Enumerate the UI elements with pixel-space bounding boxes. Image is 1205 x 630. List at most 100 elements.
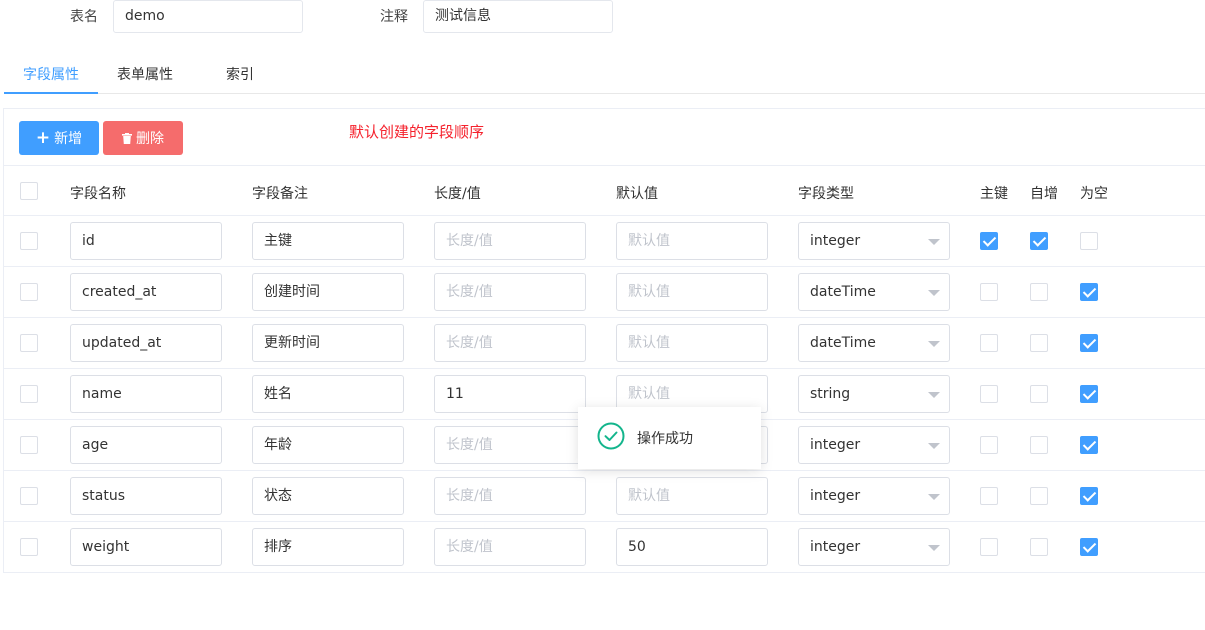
column-header-type: 字段类型 — [798, 186, 854, 202]
field-name-input[interactable]: weight — [70, 528, 222, 566]
primary-key-checkbox[interactable] — [980, 385, 998, 403]
field-comment-input[interactable]: 更新时间 — [252, 324, 404, 362]
field-type-value: string — [810, 386, 851, 402]
field-name-input[interactable]: age — [70, 426, 222, 464]
primary-key-checkbox[interactable] — [980, 538, 998, 556]
toast-message: 操作成功 — [637, 431, 693, 447]
primary-key-checkbox[interactable] — [980, 487, 998, 505]
delete-field-button[interactable]: 删除 — [103, 121, 183, 155]
field-comment-input[interactable]: 主键 — [252, 222, 404, 260]
row-select-checkbox[interactable] — [20, 283, 38, 301]
table-row: status 状态 长度/值 默认值 integer — [4, 471, 1205, 522]
add-field-label: 新增 — [54, 131, 83, 147]
field-name-input[interactable]: id — [70, 222, 222, 260]
column-header-auto-increment: 自增 — [1030, 186, 1058, 202]
caret-down-icon — [928, 341, 940, 347]
tab-bar: 字段属性 表单属性 索引 — [4, 56, 1205, 94]
column-header-length: 长度/值 — [434, 186, 481, 202]
primary-key-checkbox[interactable] — [980, 232, 998, 250]
nullable-checkbox[interactable] — [1080, 385, 1098, 403]
field-length-input[interactable]: 长度/值 — [434, 324, 586, 362]
field-type-select[interactable]: dateTime — [798, 273, 950, 311]
primary-key-checkbox[interactable] — [980, 436, 998, 454]
auto-increment-checkbox[interactable] — [1030, 436, 1048, 454]
field-type-value: integer — [810, 539, 861, 555]
auto-increment-checkbox[interactable] — [1030, 232, 1048, 250]
tab-form-attributes[interactable]: 表单属性 — [117, 64, 173, 84]
row-select-checkbox[interactable] — [20, 487, 38, 505]
field-default-input[interactable]: 默认值 — [616, 222, 768, 260]
caret-down-icon — [928, 545, 940, 551]
row-select-checkbox[interactable] — [20, 385, 38, 403]
nullable-checkbox[interactable] — [1080, 334, 1098, 352]
primary-key-checkbox[interactable] — [980, 334, 998, 352]
delete-field-label: 删除 — [136, 131, 164, 147]
row-select-checkbox[interactable] — [20, 334, 38, 352]
row-select-checkbox[interactable] — [20, 232, 38, 250]
row-select-checkbox[interactable] — [20, 538, 38, 556]
row-select-checkbox[interactable] — [20, 436, 38, 454]
field-length-input[interactable]: 11 — [434, 375, 586, 413]
field-name-input[interactable]: status — [70, 477, 222, 515]
auto-increment-checkbox[interactable] — [1030, 487, 1048, 505]
field-length-input[interactable]: 长度/值 — [434, 528, 586, 566]
check-circle-icon — [597, 422, 625, 454]
table-row: updated_at 更新时间 长度/值 默认值 dateTime — [4, 318, 1205, 369]
field-length-input[interactable]: 长度/值 — [434, 222, 586, 260]
field-type-value: integer — [810, 233, 861, 249]
add-field-button[interactable]: + 新增 — [19, 121, 99, 155]
field-type-value: integer — [810, 488, 861, 504]
field-length-input[interactable]: 长度/值 — [434, 273, 586, 311]
field-type-select[interactable]: integer — [798, 222, 950, 260]
auto-increment-checkbox[interactable] — [1030, 334, 1048, 352]
nullable-checkbox[interactable] — [1080, 538, 1098, 556]
tab-field-attributes[interactable]: 字段属性 — [23, 64, 79, 84]
field-type-select[interactable]: string — [798, 375, 950, 413]
field-comment-input[interactable]: 姓名 — [252, 375, 404, 413]
field-length-input[interactable]: 长度/值 — [434, 477, 586, 515]
plus-icon: + — [35, 127, 51, 148]
fields-panel: + 新增 删除 默认创建的字段顺序 字段名称 字段备注 长度/值 默认值 字段类… — [3, 108, 1205, 573]
field-type-value: integer — [810, 437, 861, 453]
column-header-primary: 主键 — [980, 186, 1008, 202]
field-type-value: dateTime — [810, 335, 876, 351]
nullable-checkbox[interactable] — [1080, 232, 1098, 250]
table-row: weight 排序 长度/值 50 integer — [4, 522, 1205, 573]
caret-down-icon — [928, 494, 940, 500]
field-comment-input[interactable]: 年龄 — [252, 426, 404, 464]
column-header-nullable: 为空 — [1080, 186, 1108, 202]
field-name-input[interactable]: name — [70, 375, 222, 413]
field-type-select[interactable]: integer — [798, 477, 950, 515]
auto-increment-checkbox[interactable] — [1030, 283, 1048, 301]
table-name-input[interactable]: demo — [113, 0, 303, 33]
trash-icon — [122, 132, 132, 144]
table-header: 字段名称 字段备注 长度/值 默认值 字段类型 主键 自增 为空 — [4, 165, 1205, 216]
select-all-checkbox[interactable] — [20, 182, 38, 200]
field-default-input[interactable]: 默认值 — [616, 477, 768, 515]
field-name-input[interactable]: updated_at — [70, 324, 222, 362]
field-type-select[interactable]: integer — [798, 528, 950, 566]
field-comment-input[interactable]: 排序 — [252, 528, 404, 566]
auto-increment-checkbox[interactable] — [1030, 538, 1048, 556]
field-comment-input[interactable]: 创建时间 — [252, 273, 404, 311]
column-header-name: 字段名称 — [70, 186, 126, 202]
nullable-checkbox[interactable] — [1080, 436, 1098, 454]
table-comment-input[interactable]: 测试信息 — [423, 0, 613, 33]
field-default-input[interactable]: 默认值 — [616, 273, 768, 311]
field-default-input[interactable]: 默认值 — [616, 324, 768, 362]
tab-index[interactable]: 索引 — [226, 64, 254, 84]
field-default-input[interactable]: 50 — [616, 528, 768, 566]
active-tab-indicator — [4, 92, 98, 94]
caret-down-icon — [928, 290, 940, 296]
field-type-select[interactable]: integer — [798, 426, 950, 464]
auto-increment-checkbox[interactable] — [1030, 385, 1048, 403]
field-type-select[interactable]: dateTime — [798, 324, 950, 362]
nullable-checkbox[interactable] — [1080, 283, 1098, 301]
primary-key-checkbox[interactable] — [980, 283, 998, 301]
field-comment-input[interactable]: 状态 — [252, 477, 404, 515]
caret-down-icon — [928, 239, 940, 245]
nullable-checkbox[interactable] — [1080, 487, 1098, 505]
column-header-comment: 字段备注 — [252, 186, 308, 202]
field-length-input[interactable]: 长度/值 — [434, 426, 586, 464]
field-name-input[interactable]: created_at — [70, 273, 222, 311]
